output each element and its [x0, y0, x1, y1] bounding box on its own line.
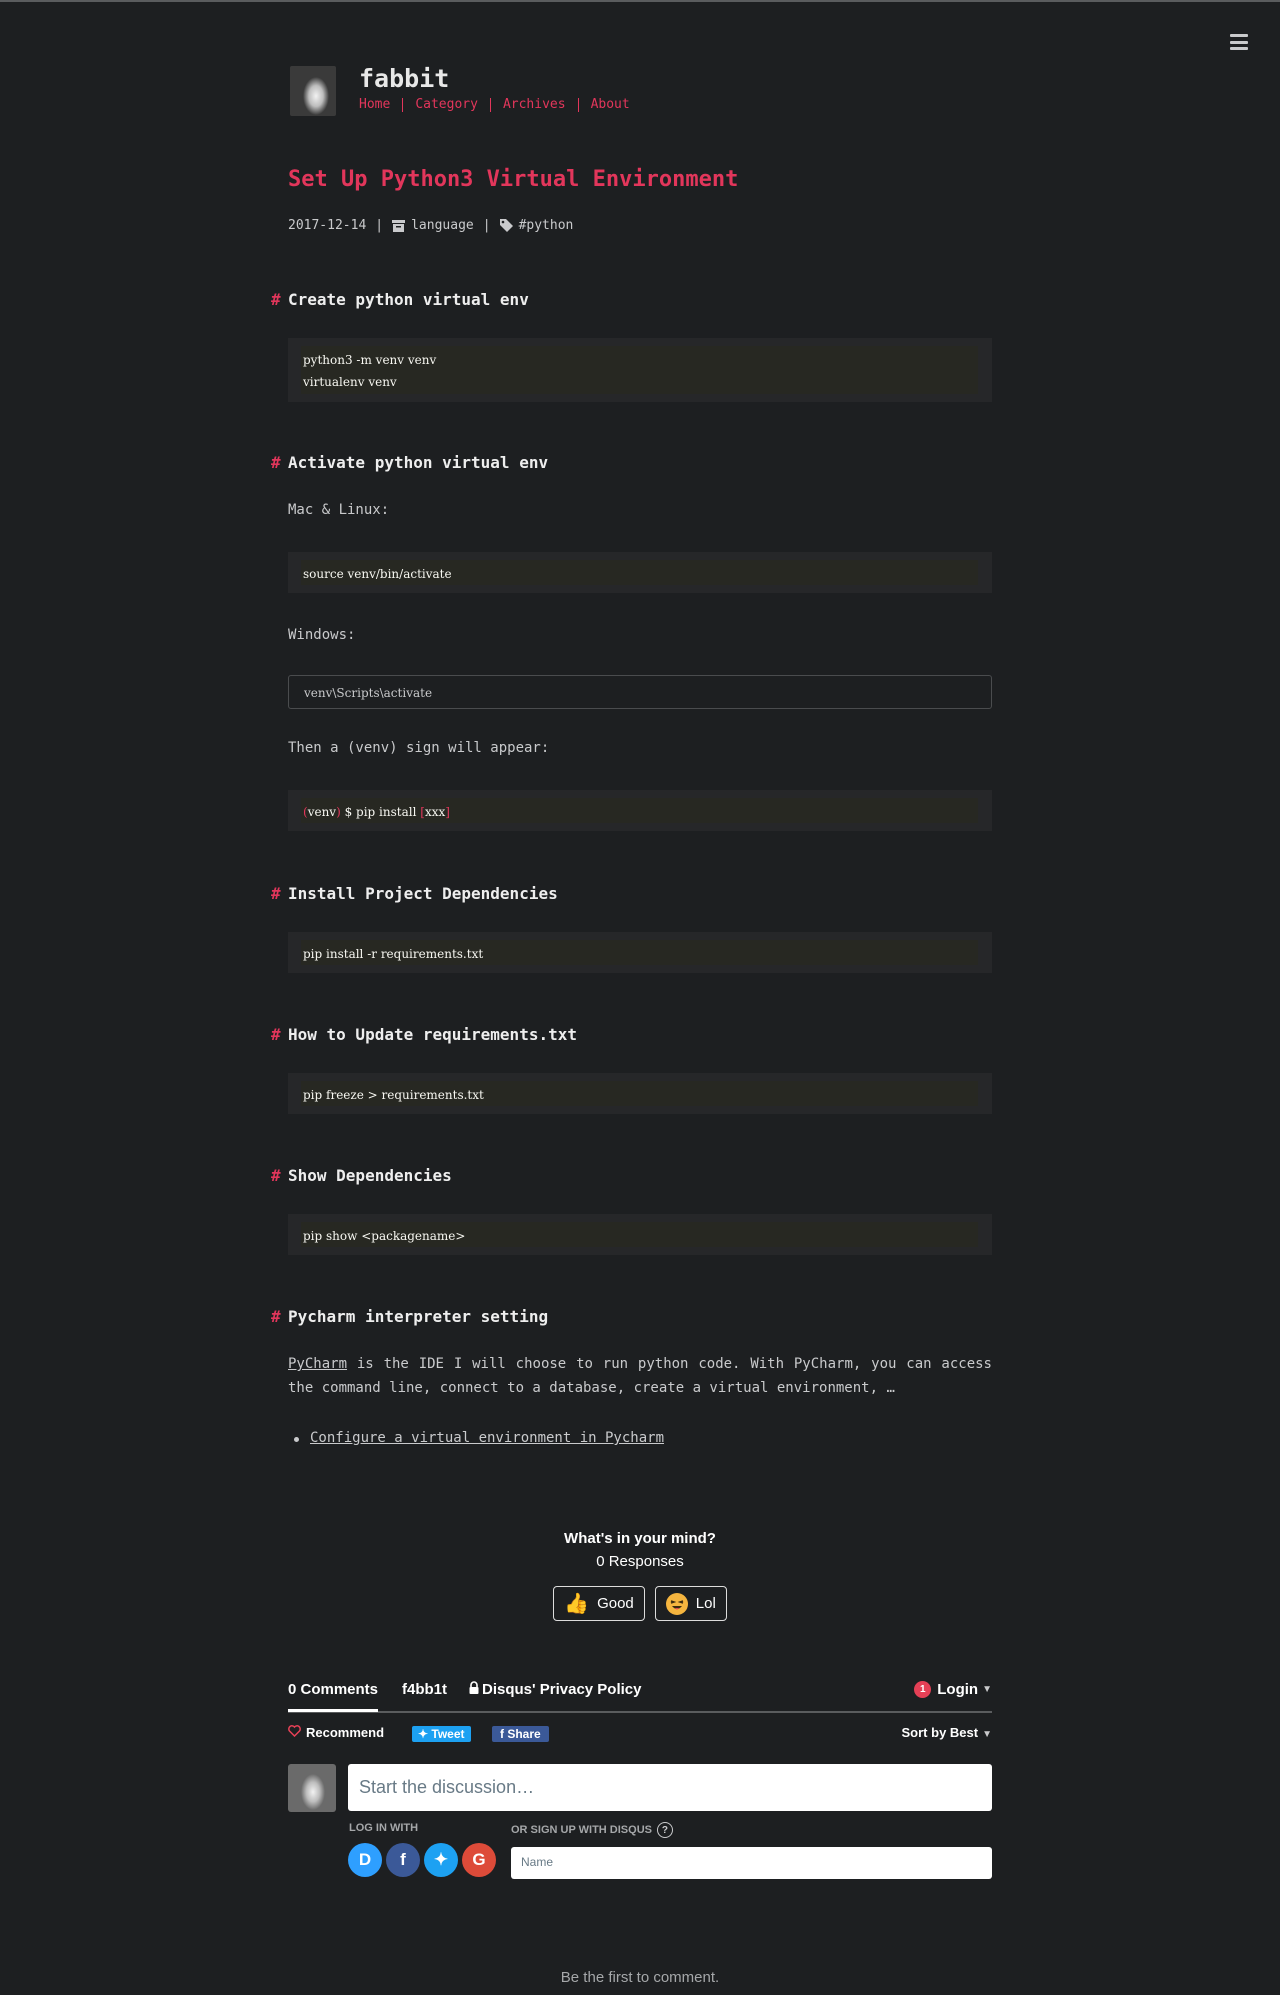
tag-icon [499, 219, 513, 232]
venv-sign-label: Then a (venv) sign will appear: [288, 740, 550, 756]
google-login-icon[interactable]: G [462, 1843, 496, 1877]
tweet-button[interactable]: ✦ Tweet [412, 1726, 471, 1742]
code-line: pip show <packagename> [303, 1229, 466, 1243]
post-date: 2017-12-14 [288, 218, 367, 233]
code-block-freeze: pip freeze > requirements.txt [288, 1073, 992, 1114]
configure-venv-link[interactable]: Configure a virtual environment in Pycha… [310, 1430, 664, 1446]
post-meta: 2017-12-14 | language | #python [288, 218, 573, 233]
heading-anchor[interactable]: # [271, 1166, 281, 1185]
reaction-lol-button[interactable]: Lol [654, 1586, 727, 1621]
lock-icon [469, 1681, 482, 1698]
post-tag[interactable]: #python [519, 218, 574, 233]
avatar [288, 1764, 336, 1812]
meta-separator: | [375, 218, 384, 233]
help-icon[interactable]: ? [656, 1822, 673, 1838]
chevron-down-icon: ▼ [982, 1729, 992, 1740]
thumbs-up-icon: 👍 [564, 1593, 590, 1615]
facebook-login-icon[interactable]: f [386, 1843, 420, 1877]
chevron-down-icon: ▼ [982, 1684, 992, 1695]
heading-anchor[interactable]: # [271, 453, 281, 472]
code-block-windows: venv\Scripts\activate [288, 675, 992, 709]
heading-install-deps: # Install Project Dependencies [271, 884, 558, 903]
reactions-question: What's in your mind? [564, 1530, 716, 1547]
heading-anchor[interactable]: # [271, 884, 281, 903]
recommend-button[interactable]: Recommend [288, 1725, 384, 1740]
laughing-face-icon [665, 1592, 688, 1615]
code-block-show: pip show <packagename> [288, 1214, 992, 1255]
reactions-count: 0 Responses [596, 1553, 684, 1570]
name-field[interactable]: Name [511, 1847, 992, 1879]
empty-comments-message: Be the first to comment. [560, 1969, 720, 1986]
code-block-install: pip install -r requirements.txt [288, 932, 992, 973]
code-block-create: python3 -m venv venv virtualenv venv [288, 338, 992, 402]
reactions-widget: What's in your mind? 0 Responses 👍 Good L… [288, 1530, 992, 1621]
code-line: virtualenv venv [303, 375, 397, 389]
twitter-login-icon[interactable]: ✦ [424, 1843, 458, 1877]
code-block-venv: (venv) $ pip install [xxx] [288, 790, 992, 831]
mac-linux-label: Mac & Linux: [288, 502, 390, 518]
post-title: Set Up Python3 Virtual Environment [288, 167, 739, 192]
heart-icon [288, 1725, 306, 1740]
windows-label: Windows: [288, 627, 356, 643]
reaction-good-button[interactable]: 👍 Good [553, 1586, 645, 1621]
code-block-mac: source venv/bin/activate [288, 552, 992, 593]
nav-category[interactable]: Category [402, 98, 490, 112]
tab-privacy[interactable]: Disqus' Privacy Policy [469, 1681, 641, 1698]
heading-create-venv: # Create python virtual env [271, 290, 529, 309]
heading-show-deps: # Show Dependencies [271, 1166, 452, 1185]
heading-activate-venv: # Activate python virtual env [271, 453, 549, 472]
twitter-icon: ✦ [418, 1727, 432, 1741]
pycharm-paragraph: PyCharm is the IDE I will choose to run … [288, 1356, 992, 1396]
heading-pycharm: # Pycharm interpreter setting [271, 1307, 549, 1326]
heading-update-reqs: # How to Update requirements.txt [271, 1025, 577, 1044]
site-nav: Home Category Archives About [359, 98, 642, 112]
hamburger-menu-icon[interactable] [1230, 34, 1248, 50]
nav-home[interactable]: Home [359, 98, 402, 112]
tab-user[interactable]: f4bb1t [402, 1681, 447, 1698]
facebook-share-button[interactable]: f Share [492, 1726, 549, 1742]
social-login-buttons: D f ✦ G [348, 1843, 496, 1877]
code-line: pip install -r requirements.txt [303, 947, 484, 961]
code-line: (venv) $ pip install [xxx] [303, 805, 450, 819]
heading-anchor[interactable]: # [271, 1025, 281, 1044]
top-border [0, 0, 1280, 2]
heading-anchor[interactable]: # [271, 1307, 281, 1326]
comment-input[interactable]: Start the discussion… [348, 1764, 992, 1811]
nav-about[interactable]: About [577, 98, 642, 112]
login-menu[interactable]: 1 Login ▼ [914, 1681, 992, 1698]
log-in-with-label: LOG IN WITH [349, 1822, 419, 1834]
disqus-login-icon[interactable]: D [348, 1843, 382, 1877]
nav-archives[interactable]: Archives [489, 98, 578, 112]
pycharm-link[interactable]: PyCharm [288, 1356, 347, 1372]
code-line: python3 -m venv venv [303, 353, 437, 367]
post-category[interactable]: language [411, 218, 474, 233]
disqus-actions: Recommend ✦ Tweet f Share Sort by Best ▼ [288, 1724, 992, 1744]
notification-badge[interactable]: 1 [914, 1681, 932, 1698]
site-title[interactable]: fabbit [359, 64, 449, 93]
sign-up-label: OR SIGN UP WITH DISQUS? [511, 1822, 673, 1838]
tab-comments[interactable]: 0 Comments [288, 1681, 379, 1712]
site-logo[interactable] [290, 66, 336, 116]
heading-anchor[interactable]: # [271, 290, 281, 309]
code-line: source venv/bin/activate [303, 567, 452, 581]
code-line: venv\Scripts\activate [304, 686, 433, 700]
sort-dropdown[interactable]: Sort by Best ▼ [902, 1725, 992, 1740]
disqus-tabs: 0 Comments f4bb1t Disqus' Privacy Policy… [288, 1675, 992, 1713]
code-line: pip freeze > requirements.txt [303, 1088, 484, 1102]
archive-icon [392, 219, 406, 232]
meta-separator: | [482, 218, 491, 233]
list-item: Configure a virtual environment in Pycha… [293, 1430, 664, 1446]
